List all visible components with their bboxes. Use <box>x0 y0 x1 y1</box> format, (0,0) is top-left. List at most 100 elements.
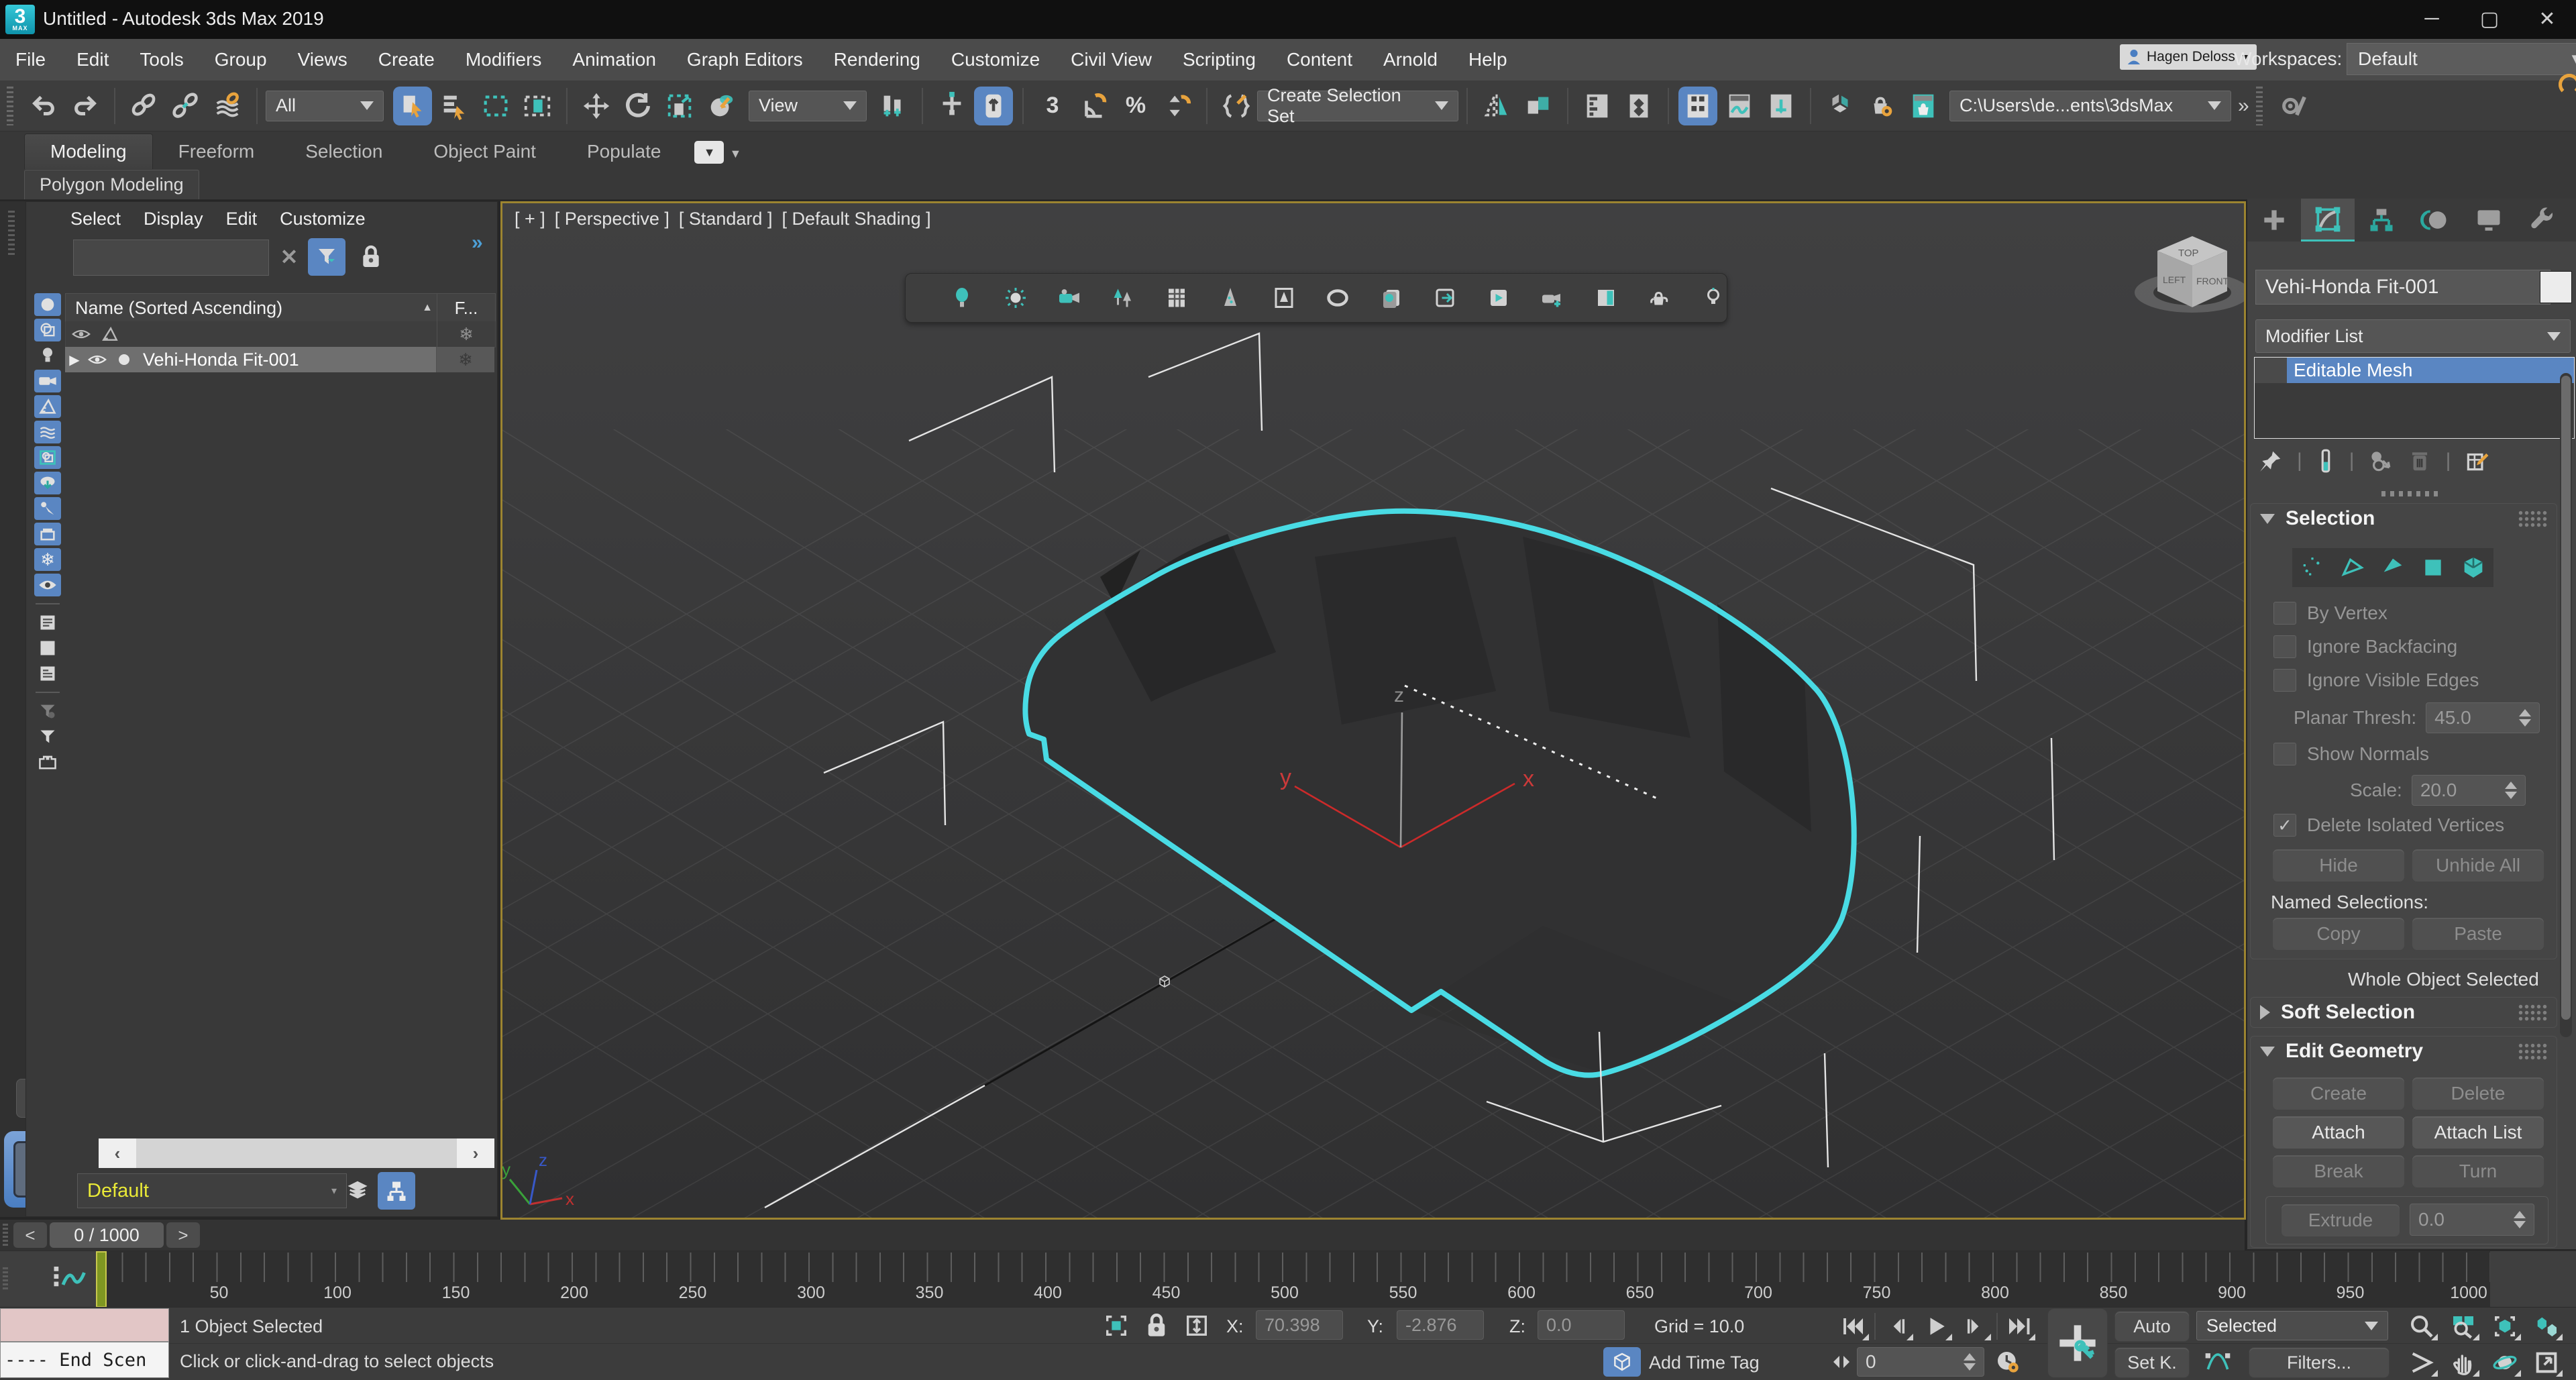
camera-icon[interactable] <box>1057 286 1081 310</box>
show-normals-row[interactable]: Show Normals <box>2273 743 2429 765</box>
panel-play-icon[interactable] <box>1487 286 1511 310</box>
advanced-filter-icon[interactable] <box>34 700 61 723</box>
drag-handle[interactable] <box>3 1224 8 1246</box>
menu-item[interactable]: Help <box>1453 39 1523 81</box>
tab-modify[interactable] <box>2301 199 2355 242</box>
object-color-swatch[interactable] <box>2540 271 2572 303</box>
filter-cameras-icon[interactable] <box>34 370 61 392</box>
ribbon-tab-populate[interactable]: Populate <box>561 134 687 169</box>
show-end-result-icon[interactable] <box>2316 448 2336 474</box>
rollout-selection-header[interactable]: Selection <box>2251 504 2557 533</box>
explorer-menu-item[interactable]: Display <box>144 209 203 229</box>
menu-item[interactable]: Content <box>1271 39 1368 81</box>
normals-scale-spinner[interactable]: 20.0 <box>2412 775 2526 806</box>
frozen-toggle[interactable]: ❄ <box>437 321 495 347</box>
menu-item[interactable]: Graph Editors <box>672 39 818 81</box>
ignore-visible-edges-checkbox[interactable] <box>2273 669 2296 692</box>
time-slider-handle[interactable]: < 0 / 1000 > <box>13 1222 200 1248</box>
time-slider-row[interactable]: < 0 / 1000 > <box>0 1220 2245 1251</box>
edge-subobject-button[interactable] <box>2339 554 2366 581</box>
panel-arrow-icon[interactable] <box>1433 286 1457 310</box>
hierarchy-view-icon[interactable] <box>378 1172 415 1210</box>
trees-icon[interactable] <box>1111 286 1135 310</box>
scene-states-button[interactable] <box>1619 87 1658 125</box>
tab-motion[interactable] <box>2408 199 2462 242</box>
y-coord-field[interactable]: -2.876 <box>1397 1310 1484 1340</box>
orbit-icon[interactable] <box>2487 1347 2522 1378</box>
create-button[interactable]: Create <box>2272 1077 2405 1110</box>
go-to-start-button[interactable] <box>1835 1311 1870 1342</box>
select-and-manipulate-button[interactable] <box>932 87 971 125</box>
lock-icon[interactable] <box>356 241 386 273</box>
select-and-rotate-button[interactable] <box>619 87 657 125</box>
filter-lights-icon[interactable] <box>34 344 61 367</box>
container-view-icon[interactable] <box>34 751 61 774</box>
display-children-icon[interactable] <box>34 662 61 685</box>
sun-icon[interactable] <box>1004 286 1028 310</box>
stack-pin-cell[interactable] <box>2255 358 2287 383</box>
foliage-icon[interactable] <box>1218 286 1242 310</box>
teapot-icon[interactable] <box>1648 286 1672 310</box>
maxscript-listener-pane[interactable]: ---- End Scen <box>0 1342 169 1378</box>
scrollbar-thumb[interactable] <box>2561 376 2571 1020</box>
undo-button[interactable] <box>24 87 63 125</box>
explorer-menu-item[interactable]: Edit <box>226 209 258 229</box>
drag-handle[interactable] <box>3 1267 8 1290</box>
delete-isolated-checkbox[interactable]: ✓ <box>2273 814 2296 837</box>
x-coord-field[interactable]: 70.398 <box>1256 1310 1343 1340</box>
display-none-icon[interactable] <box>34 637 61 659</box>
open-mini-curve-editor-button[interactable] <box>47 1257 91 1301</box>
spinner-snap-toggle[interactable] <box>1158 87 1197 125</box>
current-frame-field[interactable]: 0 <box>1857 1347 1984 1377</box>
menu-item[interactable]: Group <box>199 39 282 81</box>
make-unique-icon[interactable] <box>2368 448 2394 474</box>
maximize-viewport-toggle-icon[interactable] <box>2529 1347 2564 1378</box>
reference-coordinate-dropdown[interactable]: View <box>749 91 867 121</box>
panel-splitter-dots[interactable] <box>2381 491 2442 496</box>
by-vertex-row[interactable]: By Vertex <box>2273 602 2387 625</box>
display-influences-icon[interactable] <box>34 611 61 634</box>
set-key-button[interactable]: Set K. <box>2114 1347 2190 1378</box>
modifier-stack[interactable]: Editable Mesh <box>2254 357 2575 439</box>
schematic-view-button[interactable] <box>1762 87 1801 125</box>
toggle-scene-explorer-button[interactable] <box>1678 87 1717 125</box>
scroll-right-icon[interactable]: › <box>457 1138 494 1168</box>
viewport-pov-menu[interactable]: [ Perspective ] <box>555 209 669 229</box>
delete-isolated-row[interactable]: ✓Delete Isolated Vertices <box>2273 814 2504 837</box>
hide-button[interactable]: Hide <box>2272 849 2405 882</box>
frame-counter[interactable]: 0 / 1000 <box>50 1222 164 1248</box>
copy-button[interactable]: Copy <box>2272 917 2405 951</box>
add-time-tag-icon[interactable] <box>1603 1347 1641 1377</box>
light-icon[interactable] <box>1701 286 1725 310</box>
torus-icon[interactable] <box>1326 286 1350 310</box>
frozen-toggle[interactable]: ❄ <box>436 347 494 372</box>
menu-item[interactable]: Arnold <box>1368 39 1453 81</box>
zoom-extents-icon[interactable] <box>2487 1311 2522 1342</box>
explorer-row-selected[interactable]: ▶ Vehi-Honda Fit-001 ❄ <box>65 347 494 372</box>
mirror-button[interactable] <box>1477 87 1516 125</box>
zoom-icon[interactable] <box>2404 1311 2439 1342</box>
workspace-settings-icon[interactable] <box>2273 87 2312 125</box>
previous-frame-button[interactable] <box>1880 1311 1915 1342</box>
material-editor-button[interactable] <box>1821 87 1860 125</box>
turn-button[interactable]: Turn <box>2412 1155 2544 1188</box>
zoom-extents-all-icon[interactable] <box>2529 1311 2564 1342</box>
filter-combinations-icon[interactable] <box>34 725 61 748</box>
explorer-horizontal-scrollbar[interactable]: ‹ › <box>99 1138 494 1168</box>
snaps-toggle-3d-button[interactable]: 3 <box>1033 87 1072 125</box>
render-preset-path-dropdown[interactable]: C:\Users\de...ents\3dsMax <box>1949 91 2231 121</box>
bind-to-space-warp-icon[interactable] <box>208 87 247 125</box>
viewport-shading-menu[interactable]: [ Default Shading ] <box>782 209 930 229</box>
eye-icon[interactable] <box>84 353 111 366</box>
render-setup-button[interactable] <box>1862 87 1901 125</box>
menu-item[interactable]: Tools <box>124 39 199 81</box>
extrude-spinner[interactable]: 0.0 <box>2410 1204 2534 1236</box>
scroll-left-icon[interactable]: ‹ <box>99 1138 136 1168</box>
select-and-scale-button[interactable] <box>660 87 699 125</box>
daylight-icon[interactable] <box>950 286 974 310</box>
select-and-place-button[interactable] <box>702 87 741 125</box>
minimize-button[interactable]: ─ <box>2403 0 2461 38</box>
next-frame-button[interactable] <box>1957 1311 1992 1342</box>
previous-frame-button[interactable]: < <box>13 1222 47 1248</box>
filter-hidden-icon[interactable] <box>34 574 61 596</box>
